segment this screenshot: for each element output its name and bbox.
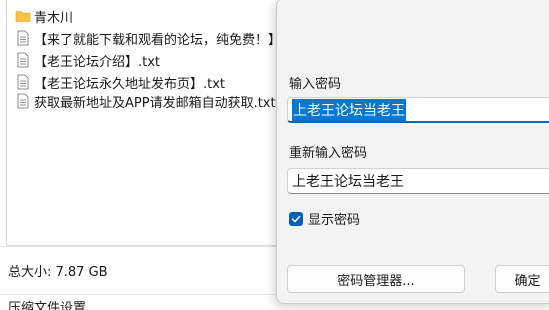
checkmark-icon[interactable]: [289, 211, 303, 226]
file-row[interactable]: 【老王论坛介绍】.txt: [15, 50, 160, 70]
text-file-icon: [15, 74, 31, 90]
divider: [0, 294, 276, 295]
file-row[interactable]: 获取最新地址及APP请发邮箱自动获取.txt: [15, 91, 276, 111]
password-label: 输入密码: [289, 77, 342, 92]
total-size: 总大小: 7.87 GB: [8, 265, 108, 280]
file-name: 【来了就能下载和观看的论坛，纯免费！】.txt: [34, 32, 304, 48]
file-name: 青木川: [34, 10, 74, 26]
text-file-icon: [15, 30, 31, 46]
folder-icon: [15, 8, 31, 24]
reenter-password-label: 重新输入密码: [289, 146, 368, 161]
file-list: 青木川 【来了就能下载和观看的论坛，纯免费！】.txt 【老王论坛介绍】.txt…: [6, 0, 303, 246]
password-dialog: 输入密码 上老王论坛当老王 重新输入密码 上老王论坛当老王 显示密码 密码管理器…: [276, 0, 549, 304]
file-name: 【老王论坛永久地址发布页】.txt: [34, 76, 226, 92]
file-row[interactable]: 【老王论坛永久地址发布页】.txt: [15, 72, 225, 92]
reenter-password-value: 上老王论坛当老王: [292, 174, 404, 190]
divider: [0, 246, 276, 247]
text-file-icon: [15, 93, 31, 109]
ok-button[interactable]: 确定: [495, 265, 549, 293]
reenter-password-input[interactable]: 上老王论坛当老王: [287, 168, 549, 194]
archive-settings-label[interactable]: 压缩文件设置: [8, 301, 86, 310]
text-file-icon: [15, 52, 31, 68]
file-row[interactable]: 【来了就能下载和观看的论坛，纯免费！】.txt: [15, 28, 303, 48]
file-row-folder[interactable]: 青木川: [15, 6, 73, 26]
file-name: 获取最新地址及APP请发邮箱自动获取.txt: [34, 95, 276, 111]
password-manager-button[interactable]: 密码管理器...: [287, 265, 465, 293]
show-password-label: 显示密码: [308, 213, 361, 228]
show-password-checkbox[interactable]: 显示密码: [289, 209, 360, 228]
file-name: 【老王论坛介绍】.txt: [34, 54, 161, 70]
password-input[interactable]: 上老王论坛当老王: [287, 97, 549, 123]
password-value: 上老王论坛当老王: [292, 98, 406, 121]
